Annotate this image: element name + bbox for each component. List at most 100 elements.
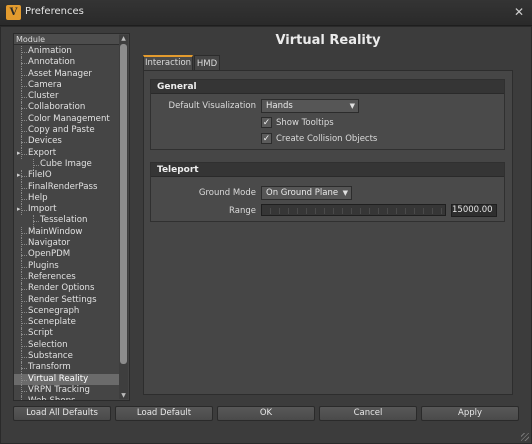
- tree-branch-line: [18, 113, 27, 126]
- range-slider-ticks: [262, 208, 445, 214]
- range-slider[interactable]: [261, 204, 446, 216]
- sidebar-item-render-settings[interactable]: Render Settings: [14, 294, 120, 307]
- teleport-group: Teleport Ground Mode On Ground Plane ▼ R…: [150, 162, 505, 222]
- ground-mode-value: On Ground Plane: [266, 188, 339, 198]
- sidebar-item-label: FileIO: [28, 170, 52, 181]
- sidebar-item-web-shops[interactable]: Web Shops: [14, 396, 120, 400]
- resize-grip-icon[interactable]: [521, 433, 529, 441]
- expand-arrow-icon[interactable]: ▸: [17, 170, 21, 181]
- load-default-button[interactable]: Load Default: [115, 406, 213, 421]
- sidebar-item-vrpn-tracking[interactable]: VRPN Tracking: [14, 384, 120, 397]
- sidebar-scrollbar[interactable]: ▲ ▼: [119, 35, 128, 399]
- tree-branch-line: [18, 79, 27, 92]
- tree-branch-line: [30, 158, 39, 171]
- sidebar-item-label: Asset Manager: [28, 68, 92, 79]
- sidebar-item-mainwindow[interactable]: MainWindow: [14, 226, 120, 239]
- sidebar-item-openpdm[interactable]: OpenPDM: [14, 249, 120, 261]
- tree-branch-line: [18, 305, 27, 318]
- sidebar-item-copy-and-paste[interactable]: Copy and Paste: [14, 125, 120, 137]
- sidebar-item-cube-image[interactable]: Cube Image: [14, 158, 120, 171]
- create-collision-objects-checkbox[interactable]: ✓: [261, 133, 272, 144]
- sidebar-item-label: Color Management: [28, 113, 110, 124]
- scroll-up-icon[interactable]: ▲: [119, 35, 128, 42]
- sidebar-item-label: Cube Image: [40, 158, 92, 169]
- general-group: General Default Visualization Hands ▼ ✓ …: [150, 79, 505, 150]
- tree-branch-line: [18, 91, 27, 103]
- sidebar-item-label: Script: [28, 328, 53, 339]
- sidebar-item-label: Annotation: [28, 57, 76, 68]
- sidebar-item-collaboration[interactable]: Collaboration: [14, 102, 120, 115]
- load-all-defaults-button[interactable]: Load All Defaults: [13, 406, 111, 421]
- sidebar-item-import[interactable]: ▸ Import: [14, 204, 120, 216]
- sidebar-item-label: Camera: [28, 79, 62, 90]
- tree-branch-line: [18, 125, 27, 137]
- dropdown-arrow-icon: ▼: [342, 189, 348, 197]
- sidebar-item-scenegraph[interactable]: Scenegraph: [14, 305, 120, 318]
- sidebar-item-label: Help: [28, 192, 48, 203]
- sidebar-item-color-management[interactable]: Color Management: [14, 113, 120, 126]
- tree-branch-line: [18, 238, 27, 250]
- sidebar-item-plugins[interactable]: Plugins: [14, 260, 120, 273]
- tree-branch-line: [18, 317, 27, 329]
- tree-branch-line: [18, 294, 27, 307]
- range-value-field[interactable]: 15000.00: [451, 204, 497, 217]
- sidebar-item-label: Web Shops: [28, 396, 76, 400]
- sidebar-item-label: Virtual Reality: [28, 373, 89, 384]
- tree-branch-line: [18, 192, 27, 205]
- sidebar-item-finalrenderpass[interactable]: FinalRenderPass: [14, 181, 120, 194]
- sidebar-item-label: Substance: [28, 351, 73, 362]
- sidebar-item-help[interactable]: Help: [14, 192, 120, 205]
- tree-branch-line: [18, 226, 27, 239]
- page-title: Virtual Reality: [275, 33, 381, 48]
- sidebar-item-tesselation[interactable]: Tesselation: [14, 215, 120, 228]
- sidebar-item-sceneplate[interactable]: Sceneplate: [14, 317, 120, 329]
- sidebar-item-navigator[interactable]: Navigator: [14, 238, 120, 250]
- tree-branch-line: [18, 249, 27, 261]
- tab-hmd[interactable]: HMD: [194, 55, 220, 71]
- scrollbar-thumb[interactable]: [120, 44, 127, 364]
- expand-arrow-icon[interactable]: ▸: [17, 204, 21, 215]
- tree-branch-line: [18, 136, 27, 148]
- sidebar-item-virtual-reality[interactable]: Virtual Reality: [14, 373, 120, 386]
- range-label: Range: [229, 206, 256, 216]
- sidebar-item-export[interactable]: ▸ Export: [14, 147, 120, 160]
- sidebar-item-label: Sceneplate: [28, 317, 76, 328]
- sidebar-item-substance[interactable]: Substance: [14, 351, 120, 363]
- module-column-header[interactable]: Module: [14, 34, 119, 45]
- tree-branch-line: [18, 68, 27, 81]
- tree-branch-line: [18, 384, 27, 397]
- apply-button[interactable]: Apply: [421, 406, 519, 421]
- sidebar-item-references[interactable]: References: [14, 271, 120, 284]
- sidebar-item-cluster[interactable]: Cluster: [14, 91, 120, 103]
- show-tooltips-checkbox[interactable]: ✓: [261, 117, 272, 128]
- sidebar-item-label: Selection: [28, 339, 68, 350]
- sidebar-item-camera[interactable]: Camera: [14, 79, 120, 92]
- scroll-down-icon[interactable]: ▼: [119, 392, 128, 399]
- ok-button[interactable]: OK: [217, 406, 315, 421]
- sidebar-item-selection[interactable]: Selection: [14, 339, 120, 352]
- close-icon[interactable]: ✕: [512, 5, 526, 19]
- cancel-button[interactable]: Cancel: [319, 406, 417, 421]
- sidebar-item-fileio[interactable]: ▸ FileIO: [14, 170, 120, 182]
- sidebar-item-annotation[interactable]: Annotation: [14, 57, 120, 69]
- sidebar-item-script[interactable]: Script: [14, 328, 120, 341]
- sidebar-item-label: References: [28, 271, 76, 282]
- sidebar-item-devices[interactable]: Devices: [14, 136, 120, 148]
- tree-branch-line: [18, 260, 27, 273]
- sidebar-item-transform[interactable]: Transform: [14, 362, 120, 374]
- tree-branch-line: [18, 271, 27, 284]
- ground-mode-dropdown[interactable]: On Ground Plane ▼: [261, 186, 352, 200]
- sidebar-item-asset-manager[interactable]: Asset Manager: [14, 68, 120, 81]
- expand-arrow-icon[interactable]: ▸: [17, 148, 21, 159]
- tree-branch-line: [18, 351, 27, 363]
- sidebar-item-label: OpenPDM: [28, 249, 71, 260]
- sidebar-item-label: Collaboration: [28, 102, 86, 113]
- default-visualization-dropdown[interactable]: Hands ▼: [261, 99, 359, 113]
- interaction-panel: General Default Visualization Hands ▼ ✓ …: [143, 70, 513, 395]
- sidebar-item-animation[interactable]: Animation: [14, 46, 120, 58]
- sidebar-item-label: Navigator: [28, 238, 71, 249]
- sidebar-item-label: Render Settings: [28, 294, 97, 305]
- tab-interaction[interactable]: Interaction: [143, 55, 193, 71]
- sidebar-item-label: Cluster: [28, 91, 59, 102]
- sidebar-item-render-options[interactable]: Render Options: [14, 283, 120, 295]
